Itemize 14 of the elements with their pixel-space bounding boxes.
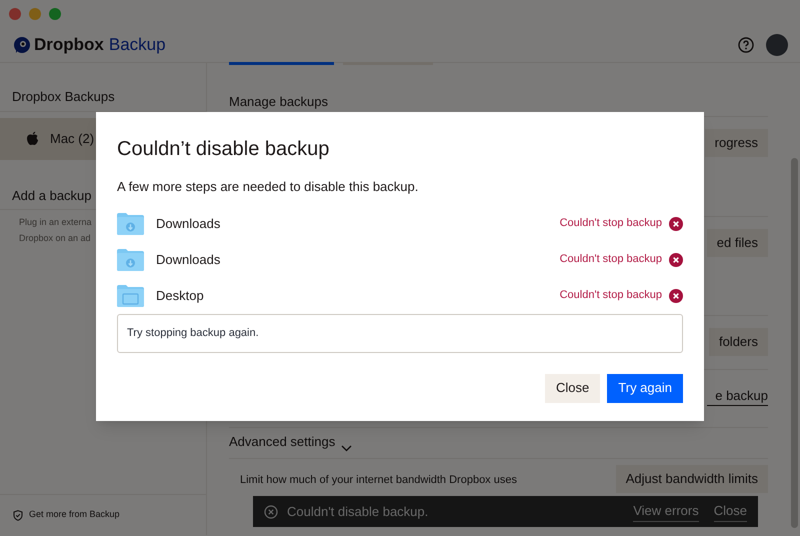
folder-name: Downloads bbox=[156, 214, 220, 233]
brand-name: Dropbox bbox=[34, 34, 104, 56]
product-name: Backup bbox=[108, 34, 166, 56]
helper-text: Plug in an externa bbox=[19, 216, 92, 228]
description-text: Limit how much of your internet bandwidth Dropbox uses bbox=[240, 472, 517, 488]
dialog-title: Couldn’t disable backup bbox=[117, 137, 330, 162]
folder-name: Desktop bbox=[156, 286, 204, 305]
error-status: Couldn't stop backup bbox=[560, 216, 662, 232]
note-box: Try stopping backup again. bbox=[117, 314, 683, 352]
folder-name: Downloads bbox=[156, 250, 220, 269]
error-status: Couldn't stop backup bbox=[560, 288, 662, 304]
toast-message: Couldn't disable backup. bbox=[287, 502, 430, 521]
helper-text: Dropbox on an ad bbox=[19, 232, 91, 244]
error-status: Couldn't stop backup bbox=[560, 252, 662, 268]
